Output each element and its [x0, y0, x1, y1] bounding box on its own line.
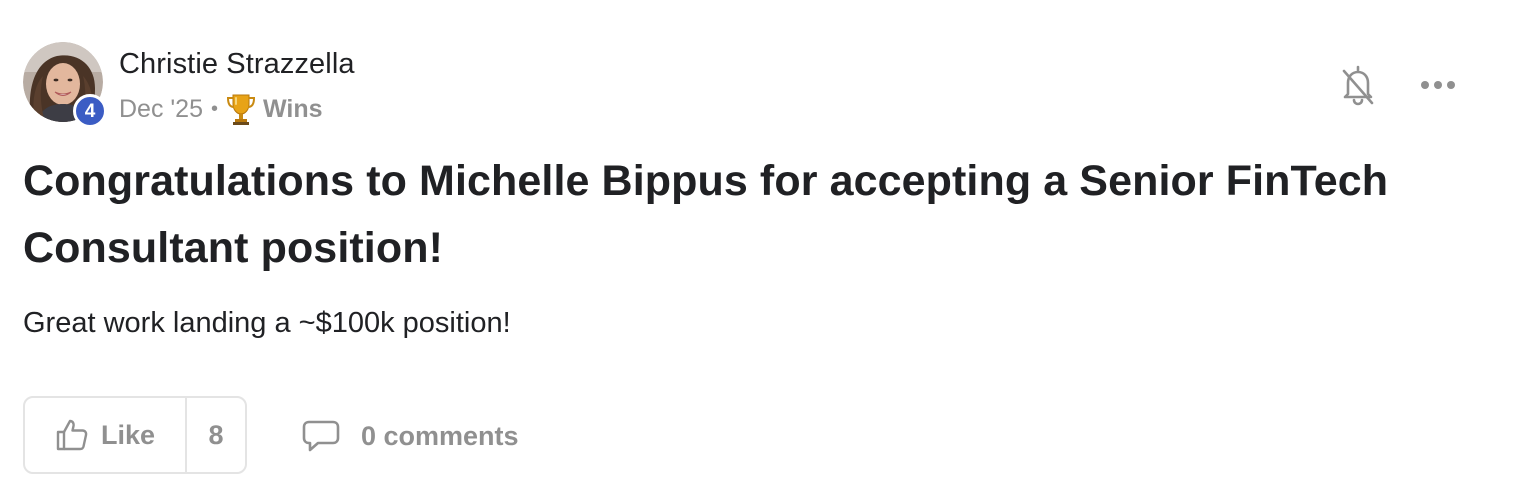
more-options-button[interactable] — [1414, 70, 1462, 100]
like-count[interactable]: 8 — [187, 398, 245, 472]
post-category[interactable]: Wins — [263, 95, 323, 124]
post-card: 4 Christie Strazzella Dec '25 • Wins Con… — [0, 0, 1524, 488]
like-label: Like — [100, 419, 156, 450]
thumbs-up-icon — [56, 419, 88, 451]
post-title[interactable]: Congratulations to Michelle Bippus for a… — [23, 148, 1463, 282]
post-body: Great work landing a ~$100k position! — [23, 307, 511, 339]
bell-off-icon — [1342, 65, 1374, 106]
post-date[interactable]: Dec '25 — [119, 95, 203, 124]
author-name[interactable]: Christie Strazzella — [119, 48, 355, 81]
notification-bell-button[interactable] — [1336, 62, 1380, 108]
comments-button[interactable]: 0 comments — [301, 414, 519, 458]
like-button[interactable]: Like — [25, 398, 187, 472]
meta-separator: • — [210, 97, 218, 120]
level-badge: 4 — [73, 94, 107, 128]
like-button-group: Like 8 — [23, 396, 247, 474]
comments-count-label: 0 comments — [361, 420, 519, 451]
post-meta: Dec '25 • Wins — [119, 92, 323, 126]
more-horizontal-icon — [1421, 81, 1455, 89]
author-avatar-container[interactable]: 4 — [23, 42, 107, 128]
trophy-icon — [226, 94, 256, 125]
comment-icon — [302, 420, 340, 452]
